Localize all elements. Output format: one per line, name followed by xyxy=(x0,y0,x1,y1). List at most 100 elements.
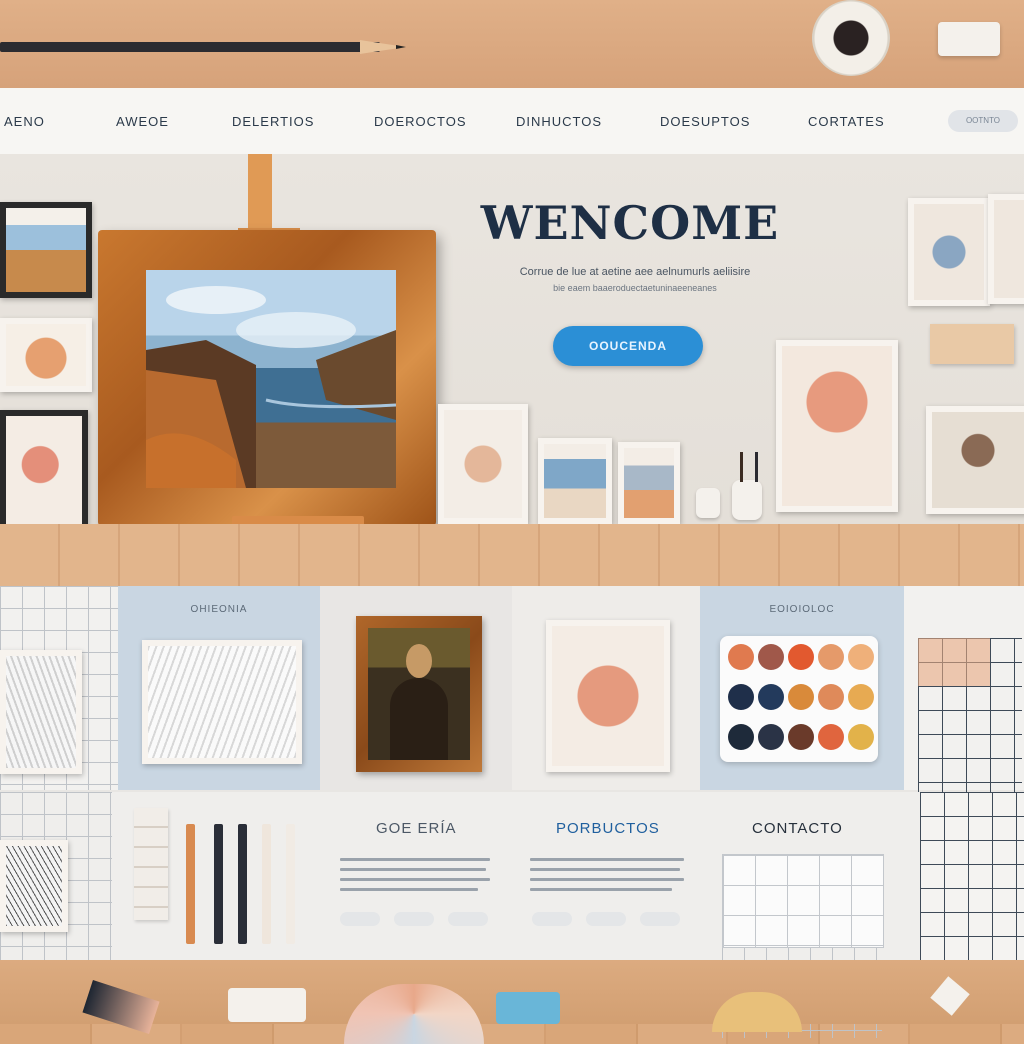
paint-well xyxy=(788,684,814,710)
products-button-3[interactable] xyxy=(640,912,680,926)
wall-note-card xyxy=(930,324,1014,364)
card-portrait[interactable] xyxy=(320,586,512,790)
nav-item-1[interactable]: AENO xyxy=(4,114,45,129)
flower-painting xyxy=(546,620,670,772)
wall-art-flowers xyxy=(0,410,88,524)
contact-title: CONTACTO xyxy=(752,820,843,837)
nav-item-7[interactable]: CORTATES xyxy=(808,114,885,129)
paint-well xyxy=(818,724,844,750)
card-label-1: OHIEONIA xyxy=(190,604,248,615)
grid-swatch xyxy=(918,638,1022,792)
paint-palette xyxy=(720,636,878,762)
landscape-painting xyxy=(146,270,397,488)
products-title: PORBUCTOS xyxy=(556,820,660,837)
landscape-svg xyxy=(146,286,397,488)
color-wheel-2 xyxy=(712,992,802,1032)
pencil-white-1 xyxy=(262,824,271,944)
gallery-text-line xyxy=(340,878,490,881)
desk-surface-bottom xyxy=(0,960,1024,1044)
hero-floor xyxy=(0,524,1024,586)
pencil-black-1 xyxy=(214,824,223,944)
card-sketch-image xyxy=(142,640,302,764)
paint-well xyxy=(728,724,754,750)
canvas-sketch-3 xyxy=(618,442,680,524)
canvas-sketch-1 xyxy=(438,404,528,524)
gallery-button-1[interactable] xyxy=(340,912,380,926)
brushes xyxy=(740,452,758,482)
paint-well xyxy=(848,684,874,710)
eraser-bottom xyxy=(228,988,306,1022)
wall-sketch-1 xyxy=(908,198,990,306)
products-button-1[interactable] xyxy=(532,912,572,926)
nav-button[interactable]: OOTNTO xyxy=(948,110,1018,132)
hero-cta-button[interactable]: OOUCENDA xyxy=(553,326,703,366)
paint-jar-1 xyxy=(696,488,720,518)
eraser-corner xyxy=(930,976,970,1016)
pencil-orange xyxy=(186,824,195,944)
hero-title: WENCOME xyxy=(480,196,780,250)
card-grid-left xyxy=(0,586,118,790)
nav-item-2[interactable]: AWEOE xyxy=(116,114,169,129)
wall-art-sketch xyxy=(0,318,92,392)
paint-well xyxy=(848,724,874,750)
gallery-text-line xyxy=(340,888,478,891)
eraser xyxy=(938,22,1000,56)
gallery-button-3[interactable] xyxy=(448,912,488,926)
card-sketch[interactable]: OHIEONIA xyxy=(118,586,320,790)
portrait-painting xyxy=(368,628,470,760)
products-text-line xyxy=(530,878,684,881)
gallery-text-line xyxy=(340,858,490,861)
paint-well xyxy=(788,724,814,750)
nav-item-6[interactable]: DOESUPTOS xyxy=(660,114,750,129)
paint-well xyxy=(758,684,784,710)
products-text-line xyxy=(530,858,684,861)
products-text-line xyxy=(530,888,672,891)
feature-cards-row: OHIEONIA EOIOIOLOC xyxy=(0,586,1024,792)
lower-sketch xyxy=(0,840,68,932)
nav-item-4[interactable]: DOEROCTOS xyxy=(374,114,467,129)
card-flowers[interactable] xyxy=(512,586,700,790)
website-mockup: AENO AWEOE DELERTIOS DOEROCTOS DINHUCTOS… xyxy=(0,88,1024,1038)
tree-sketch xyxy=(0,650,82,774)
tape-roll xyxy=(812,0,890,76)
pencil-lead xyxy=(396,45,406,49)
sticky-notes xyxy=(134,808,168,920)
top-nav: AENO AWEOE DELERTIOS DOEROCTOS DINHUCTOS… xyxy=(0,88,1024,155)
blue-swatch xyxy=(496,992,560,1024)
gallery-text-line xyxy=(340,868,486,871)
products-text-line xyxy=(530,868,680,871)
contact-calendar-grid[interactable] xyxy=(722,854,884,948)
card-grid-right xyxy=(904,586,1024,792)
lower-grid-right xyxy=(920,792,1024,960)
pencil-black-2 xyxy=(238,824,247,944)
wall-sketch-2 xyxy=(988,194,1024,304)
grid-accent xyxy=(918,638,990,686)
easel-foot xyxy=(232,516,364,524)
gallery-title: GOE ERÍA xyxy=(376,820,457,837)
gallery-button-2[interactable] xyxy=(394,912,434,926)
canvas-portrait-sketch xyxy=(926,406,1024,514)
nav-item-5[interactable]: DINHUCTOS xyxy=(516,114,602,129)
hero-subtitle-line-2: bie eaem baaeroduectaetuninaeeneanes xyxy=(553,283,717,293)
wall-art-landscape xyxy=(0,202,92,298)
swatch-dark xyxy=(82,980,160,1034)
hero-subtitle: Corrue de lue at aetine aee aelnumurls a… xyxy=(470,264,800,296)
nav-item-3[interactable]: DELERTIOS xyxy=(232,114,314,129)
color-wheel xyxy=(344,984,484,1044)
hero-section: WENCOME Corrue de lue at aetine aee aeln… xyxy=(0,154,1024,524)
brush-jar xyxy=(732,480,762,520)
paint-well xyxy=(788,644,814,670)
pencil-decoration xyxy=(0,42,380,52)
paint-well xyxy=(818,684,844,710)
lower-grid-left xyxy=(0,792,112,960)
canvas-flower-vase xyxy=(776,340,898,512)
card-label-2: EOIOIOLOC xyxy=(769,604,835,615)
paint-well xyxy=(848,644,874,670)
pencil-white-2 xyxy=(286,824,295,944)
canvas-sketch-2 xyxy=(538,438,612,524)
portrait-body xyxy=(390,678,448,760)
paint-well xyxy=(758,644,784,670)
paint-well xyxy=(818,644,844,670)
products-button-2[interactable] xyxy=(586,912,626,926)
portrait-face xyxy=(406,644,432,678)
